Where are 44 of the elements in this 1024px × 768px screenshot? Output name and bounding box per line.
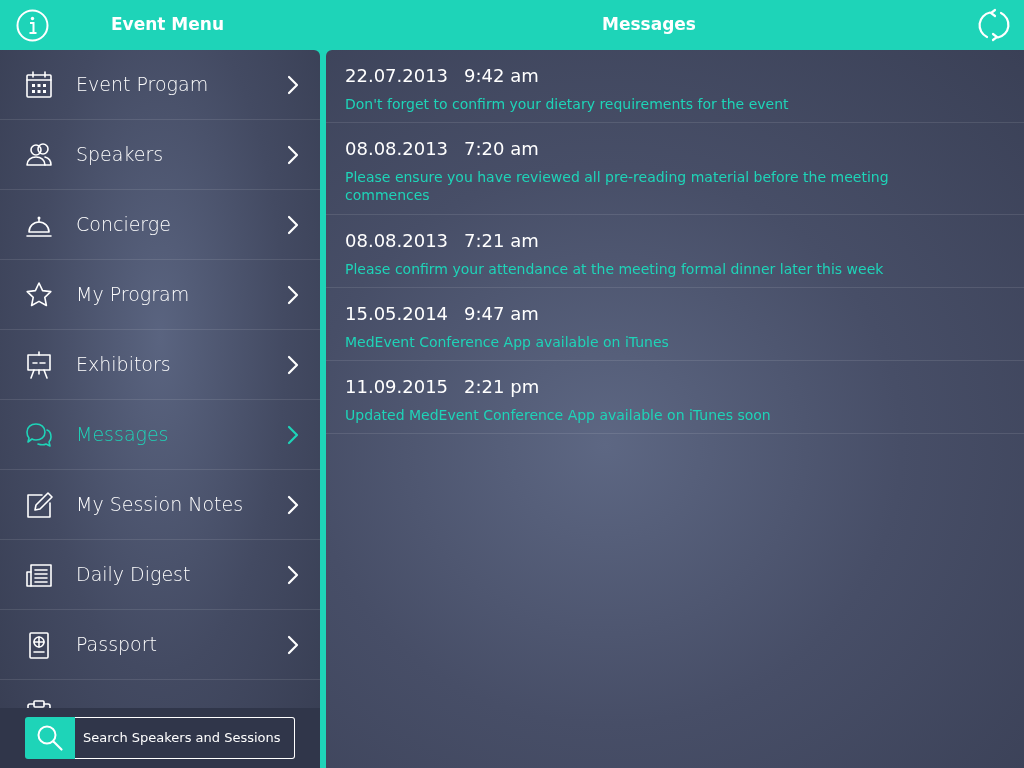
message-text: Updated MedEvent Conference App available on iTunes soon: [345, 405, 772, 425]
menu-item[interactable]: My Program: [0, 260, 320, 330]
chevron-right-icon: [286, 354, 300, 375]
menu-title: Event Menu: [111, 13, 225, 37]
message-date: 08.08.2013: [345, 228, 449, 253]
chevron-right-icon: [286, 144, 300, 165]
chevron-right-icon: [286, 564, 300, 585]
chevron-right-icon: [286, 214, 300, 235]
menu-item[interactable]: Concierge: [0, 190, 320, 260]
message-text: Please confirm your attendance at the meeting formal dinner later this week: [345, 259, 885, 278]
edit-note-icon: [24, 489, 54, 520]
refresh-icon[interactable]: [978, 8, 1010, 42]
message-text: Please ensure you have reviewed all pre-reading material before the meeting commences: [345, 168, 890, 205]
message-date: 11.09.2015: [345, 374, 449, 399]
message-time: 7:20 am: [464, 137, 539, 162]
message-text: Don't forget to confirm your dietary requirements for the event: [345, 95, 790, 114]
message-time: 9:42 am: [464, 64, 539, 88]
menu-item[interactable]: Speakers: [0, 120, 320, 190]
message-time: 7:21 am: [464, 228, 539, 253]
chevron-right-icon: [286, 494, 300, 515]
message-date: 08.08.2013: [345, 137, 449, 162]
message-time: 9:47 am: [464, 301, 539, 326]
menu-item[interactable]: Passport: [0, 610, 320, 680]
info-icon[interactable]: [16, 8, 49, 42]
clipboard-icon: [24, 699, 54, 708]
message-text: MedEvent Conference App available on iTunes: [345, 332, 670, 351]
search-field[interactable]: Search Speakers and Sessions: [75, 717, 295, 759]
menu-item[interactable]: Event Progam: [0, 50, 320, 120]
search-button[interactable]: [25, 717, 75, 759]
menu-item[interactable]: My Session Notes: [0, 470, 320, 540]
message-date: 15.05.2014: [345, 301, 449, 326]
chevron-right-icon: [286, 424, 300, 445]
easel-icon: [24, 349, 54, 380]
page-title: Messages: [602, 13, 696, 37]
message-time: 2:21 pm: [464, 374, 540, 399]
chevron-right-icon: [286, 284, 300, 305]
calendar-icon: [24, 69, 54, 100]
search-icon: [36, 724, 64, 752]
chevron-right-icon: [286, 634, 300, 655]
menu-item[interactable]: Exhibitors: [0, 330, 320, 400]
message-date: 22.07.2013: [345, 64, 449, 88]
menu-item[interactable]: Messages: [0, 400, 320, 470]
chevron-right-icon: [286, 74, 300, 95]
menu-item[interactable]: Daily Digest: [0, 540, 320, 610]
